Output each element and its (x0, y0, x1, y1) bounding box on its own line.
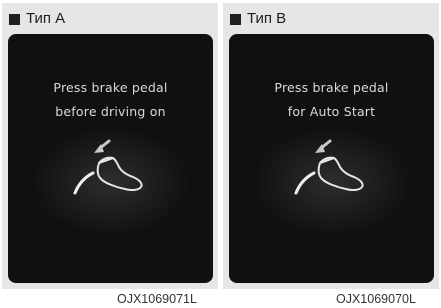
bullet-square-icon (9, 13, 20, 25)
type-a-image-code: OJX1069071L (117, 292, 197, 306)
type-b-header: Тип B (230, 11, 286, 27)
type-a-label: Тип A (26, 10, 66, 27)
display-message-line-1: Press brake pedal (53, 80, 168, 95)
type-b-image-code: OJX1069070L (336, 292, 416, 306)
brake-pedal-foot-icon (294, 139, 364, 195)
cluster-display-screen: Press brake pedal before driving on (8, 34, 213, 283)
brake-pedal-foot-icon (73, 139, 143, 195)
type-a-panel: Тип A Press brake pedal before driving o… (2, 3, 218, 289)
type-b-label: Тип B (247, 10, 287, 27)
display-message-line-1: Press brake pedal (274, 80, 389, 95)
display-message-line-2: before driving on (55, 104, 166, 119)
type-b-panel: Тип B Press brake pedal for Auto Start (223, 3, 439, 289)
display-message-line-2: for Auto Start (287, 104, 376, 119)
cluster-display-screen: Press brake pedal for Auto Start (229, 34, 434, 283)
bullet-square-icon (230, 13, 241, 25)
type-a-header: Тип A (9, 11, 65, 27)
